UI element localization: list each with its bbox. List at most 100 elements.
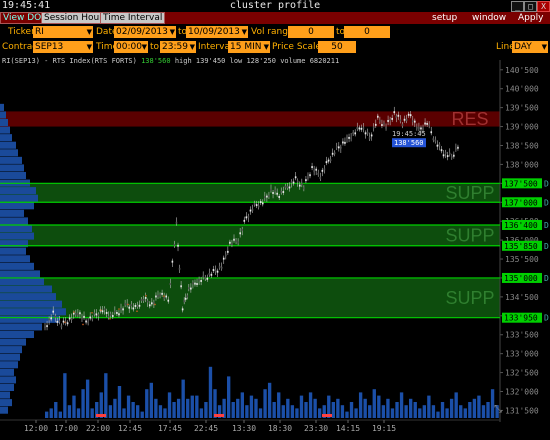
profile-bar xyxy=(0,164,24,172)
price-scale-field[interactable]: 50 xyxy=(318,41,356,53)
candle-body xyxy=(264,196,266,199)
candle-body xyxy=(159,294,161,297)
line-select[interactable]: DAY ▼ xyxy=(512,41,548,53)
price-marker xyxy=(136,310,138,313)
volume-bar xyxy=(418,408,422,418)
candle-body xyxy=(253,202,256,205)
profile-bar xyxy=(0,277,44,286)
volume-bar xyxy=(199,408,204,418)
candle-body xyxy=(163,297,165,299)
volume-bar xyxy=(349,402,354,418)
date-to-value: 10/09/2013 xyxy=(188,27,240,37)
candle-body xyxy=(188,287,190,290)
candle-body xyxy=(210,273,213,276)
time-from-value: 00:00 xyxy=(116,42,142,52)
volume-bar xyxy=(272,402,276,418)
candle-body xyxy=(124,303,126,306)
candle-body xyxy=(177,244,179,247)
apply-button[interactable]: Apply xyxy=(516,13,545,23)
candle-body xyxy=(184,297,187,300)
ticker-select[interactable]: RI ▼ xyxy=(33,26,93,38)
candle-body xyxy=(399,119,402,122)
candle-body xyxy=(393,111,396,114)
volume-bar xyxy=(145,389,149,418)
time-from-field[interactable]: 00:00 ▼ xyxy=(114,41,148,53)
volume-bar xyxy=(481,405,486,418)
candle-body xyxy=(233,238,235,241)
price-chart[interactable]: RES SUPP SUPP SUPP 140'500 140'000 139'500 139'… xyxy=(0,56,550,440)
profile-bar xyxy=(0,111,6,119)
candle-body xyxy=(138,304,141,307)
price-marker xyxy=(91,312,93,314)
interval-select[interactable]: 15 MIN ▼ xyxy=(228,41,270,53)
volume-bar xyxy=(72,395,76,418)
volume-bar xyxy=(486,402,490,418)
candle-body xyxy=(298,184,301,187)
vol-to-field[interactable]: 0 xyxy=(344,26,390,38)
candle-body xyxy=(340,146,342,149)
candle-body xyxy=(397,114,400,117)
date-from-field[interactable]: 02/09/2013 ▼ xyxy=(114,26,176,38)
candle-body xyxy=(358,127,361,130)
profile-bar xyxy=(0,194,38,202)
volume-bar xyxy=(363,398,367,418)
date-to-field[interactable]: 10/09/2013 ▼ xyxy=(186,26,248,38)
expand-icon[interactable]: ⤡ xyxy=(494,404,502,415)
candle-body xyxy=(270,188,272,191)
volume-bar xyxy=(413,402,417,418)
candle-body xyxy=(77,313,79,316)
profile-bar xyxy=(0,149,18,157)
volume-bar xyxy=(172,402,176,418)
candle-body xyxy=(362,127,365,130)
candle-body xyxy=(296,180,299,183)
level-suffix: D xyxy=(544,221,549,230)
candle-body xyxy=(446,155,449,158)
volume-bar xyxy=(154,398,158,418)
candle-body xyxy=(227,250,229,253)
price-marker xyxy=(163,295,165,297)
y-tick-label: 135'500 xyxy=(505,255,539,264)
date-from-value: 02/09/2013 xyxy=(116,27,168,37)
candle-body xyxy=(58,320,61,323)
volume-bar xyxy=(304,402,308,418)
volume-bar xyxy=(340,405,345,418)
zone-supp-3 xyxy=(0,277,500,318)
interval-value: 15 MIN xyxy=(230,42,262,52)
y-tick-label: 131'500 xyxy=(505,406,539,415)
ticker-label: Ticker xyxy=(8,27,35,37)
menu-setup[interactable]: setup xyxy=(430,13,459,23)
candle-body xyxy=(107,315,110,318)
menu-window[interactable]: window xyxy=(470,13,508,23)
candle-body xyxy=(111,315,114,317)
profile-bar xyxy=(0,368,14,376)
candle-body xyxy=(442,154,445,157)
profile-bar xyxy=(0,134,12,142)
profile-bar xyxy=(0,406,8,414)
minimize-button[interactable]: _ xyxy=(511,1,524,12)
candle-body xyxy=(72,312,75,315)
candle-body xyxy=(194,282,196,285)
x-tick-label: 23:30 xyxy=(304,424,328,433)
candle-body xyxy=(389,118,391,121)
candle-body xyxy=(364,132,367,135)
candle-body xyxy=(181,308,184,311)
vol-from-field[interactable]: 0 xyxy=(288,26,334,38)
time-to-field[interactable]: 23:59 ▼ xyxy=(160,41,196,53)
candle-body xyxy=(216,270,219,273)
tab-time-interval[interactable]: Time Interval xyxy=(100,12,166,24)
candle-body xyxy=(165,295,168,298)
volume-bar xyxy=(463,408,467,418)
candle-body xyxy=(352,132,354,134)
close-button[interactable]: X xyxy=(537,1,550,12)
maximize-button[interactable]: □ xyxy=(524,1,537,12)
volume-bar xyxy=(277,392,281,418)
profile-bar xyxy=(0,247,26,255)
candle-body xyxy=(151,302,153,305)
profile-bar xyxy=(0,338,26,346)
profile-bar xyxy=(0,346,22,354)
candle-body xyxy=(278,196,281,198)
level-label: 136'400 xyxy=(504,221,538,230)
contract-select[interactable]: SEP13 ▼ xyxy=(33,41,93,53)
volume-bar xyxy=(158,405,163,418)
volume-bar xyxy=(468,402,472,418)
